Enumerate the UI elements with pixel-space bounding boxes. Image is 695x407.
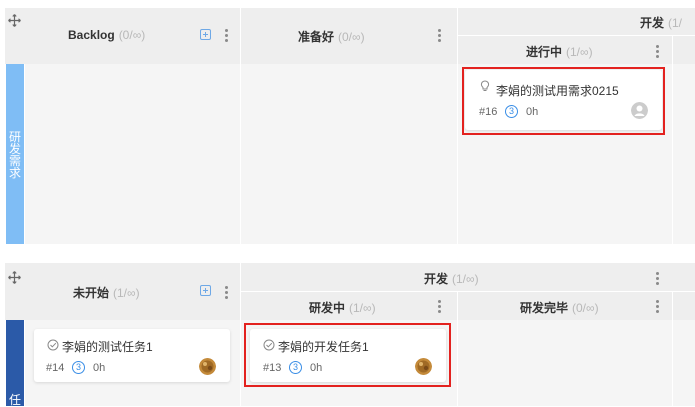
highlight-box [244,323,451,387]
drag-move-icon[interactable] [8,14,21,27]
card-id: #14 [46,362,65,374]
column-cell-ready [241,64,457,244]
column-cell-done [458,320,672,406]
column-header-backlog: Backlog (0/∞) [68,28,146,42]
add-card-button[interactable] [200,29,211,40]
column-header-not-started: 未开始 (1/∞) [73,286,140,300]
avatar[interactable] [199,358,216,375]
column-count: (1/∞) [349,301,376,315]
column-header-ready: 准备好 (0/∞) [298,30,365,44]
column-count: (1/∞) [452,272,479,286]
column-menu-icon[interactable] [656,272,659,285]
column-group-header-dev: 开发 (1/ [640,16,683,30]
column-cell-backlog [25,64,240,244]
swimlane-name: 研发需求 [8,130,21,180]
column-menu-icon[interactable] [438,29,441,42]
card-title[interactable]: 李娟的测试任务1 [62,338,153,355]
column-count: (1/ [668,16,683,30]
card-estimate: 0h [93,362,106,374]
highlight-box [462,67,665,135]
column-header-done: 研发完毕 (0/∞) [520,301,599,315]
column-menu-icon[interactable] [225,29,228,42]
column-menu-icon[interactable] [656,300,659,313]
column-count: (0/∞) [338,30,365,44]
column-count: (0/∞) [118,28,146,42]
story-points-badge: 3 [72,361,85,374]
column-count: (1/∞) [113,286,140,300]
column-menu-icon[interactable] [656,45,659,58]
column-header-developing: 研发中 (1/∞) [309,301,376,315]
column-group-header-dev: 开发 (1/∞) [424,272,479,286]
column-header-in-progress: 进行中 (1/∞) [526,45,593,59]
add-card-button[interactable] [200,285,211,296]
task-card[interactable]: 李娟的测试任务1 #14 3 0h [34,329,230,382]
swimlane-name: 任 [8,393,21,407]
column-count: (1/∞) [566,45,593,59]
column-count: (0/∞) [572,301,599,315]
drag-move-icon[interactable] [8,271,21,284]
column-menu-icon[interactable] [438,300,441,313]
check-circle-icon [47,339,59,351]
column-menu-icon[interactable] [225,286,228,299]
